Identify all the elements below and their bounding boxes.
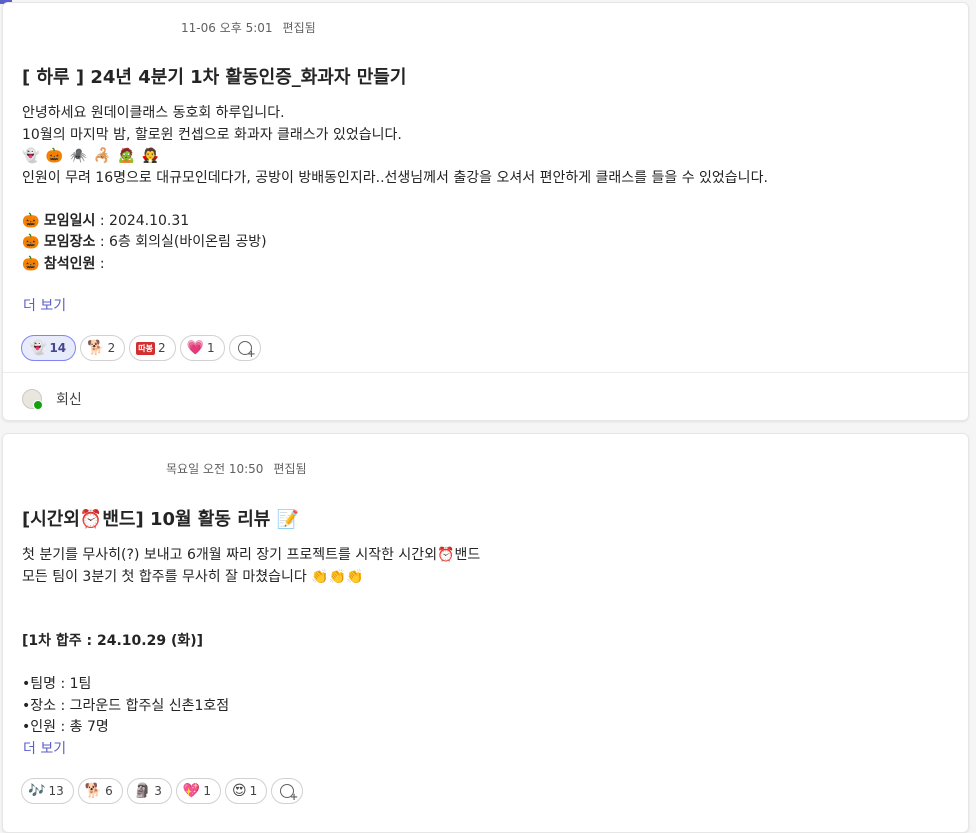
reaction-heart[interactable]: 💗 1 — [179, 335, 225, 361]
memo-icon: 📝 — [276, 509, 300, 530]
moai-icon: 🗿 — [133, 783, 152, 799]
reaction-thumbs[interactable]: 따봉 2 — [129, 335, 176, 361]
reaction-dog[interactable]: 🐕 2 — [80, 335, 126, 361]
list-item: •팀명 : 1팀 — [22, 676, 92, 692]
pumpkin-icon: 🎃 — [45, 148, 64, 164]
section-heading: [1차 합주 : 24.10.29 (화)] — [22, 631, 480, 653]
message-meta: 목요일 오전 10:50 편집됨 — [166, 460, 307, 477]
reaction-dog[interactable]: 🐕 6 — [77, 778, 123, 804]
edited-label: 편집됨 — [282, 21, 316, 35]
message-body: 첫 분기를 무사히(?) 보내고 6개월 짜리 장기 프로젝트를 시작한 시간외… — [22, 545, 480, 739]
ghost-icon: 👻 — [29, 340, 47, 356]
detail-label: 모임장소 — [43, 234, 96, 250]
edited-label: 편집됨 — [273, 462, 307, 476]
spider-icon: 🕷️ — [69, 148, 88, 164]
list-item: •인원 : 총 7명 — [22, 719, 109, 735]
reaction-music[interactable]: 🎶 13 — [21, 778, 74, 804]
add-reaction-button[interactable] — [228, 335, 261, 361]
body-line: 모든 팀이 3분기 첫 합주를 무사히 잘 마쳤습니다 👏👏👏 — [22, 568, 364, 585]
reaction-count: 1 — [207, 341, 215, 355]
reaction-count: 6 — [105, 784, 113, 798]
timestamp: 11-06 오후 5:01 — [181, 21, 273, 35]
add-reaction-icon — [280, 784, 298, 803]
add-reaction-icon — [237, 341, 256, 360]
pumpkin-icon: 🎃 — [22, 255, 40, 272]
reaction-ghost[interactable]: 👻 14 — [21, 335, 77, 361]
avatar — [22, 389, 43, 410]
reaction-heart[interactable]: 💖 1 — [175, 778, 221, 804]
message-meta: 11-06 오후 5:01 편집됨 — [181, 19, 316, 36]
detail-line: 🎃 참석인원 : — [22, 254, 768, 276]
body-line: 안녕하세요 원데이클래스 동호회 하루입니다. — [22, 105, 285, 121]
detail-value: : — [95, 255, 105, 272]
music-notes-icon: 🎶 — [28, 783, 46, 799]
heart-icon: 💗 — [186, 340, 205, 356]
reaction-count: 2 — [157, 341, 166, 355]
message-body: 안녕하세요 원데이클래스 동호회 하루입니다. 10월의 마지막 밤, 할로윈 … — [22, 103, 768, 275]
body-text: 밴드 — [454, 547, 481, 563]
reply-label: 회신 — [56, 392, 82, 408]
detail-value: : 2024.10.31 — [95, 212, 190, 229]
alarm-clock-icon: ⏰ — [79, 509, 103, 530]
ttabong-sticker-icon: 따봉 — [136, 341, 155, 355]
reaction-moai[interactable]: 🗿 3 — [126, 778, 172, 804]
body-text: 첫 분기를 무사히(?) 보내고 6개월 짜리 장기 프로젝트를 시작한 시간외 — [22, 547, 438, 563]
title-text: 밴드] 10월 활동 리뷰 — [102, 509, 277, 530]
timestamp: 목요일 오전 10:50 — [166, 462, 264, 476]
detail-value: : 6층 회의실(바이온림 공방) — [95, 234, 267, 250]
reaction-count: 1 — [249, 784, 258, 798]
detail-label: 모임일시 — [43, 212, 96, 229]
body-line: 인원이 무려 16명으로 대규모인데다가, 공방이 방배동인지라..선생님께서 … — [22, 169, 768, 186]
add-reaction-button[interactable] — [271, 778, 304, 804]
see-more-link[interactable]: 더 보기 — [23, 295, 66, 315]
reaction-count: 2 — [107, 341, 116, 355]
heart-icon: 💖 — [182, 783, 201, 799]
heart-eyes-icon: 😍 — [231, 783, 247, 799]
dog-icon: 🐕 — [84, 783, 103, 799]
pumpkin-icon: 🎃 — [22, 212, 40, 229]
reaction-bar: 👻 14 🐕 2 따봉 2 💗 1 — [21, 335, 261, 361]
divider — [3, 372, 968, 373]
body-line: 첫 분기를 무사히(?) 보내고 6개월 짜리 장기 프로젝트를 시작한 시간외… — [22, 545, 480, 567]
reaction-count: 1 — [203, 784, 211, 798]
ghost-icon: 👻 — [22, 148, 40, 164]
reaction-count: 13 — [48, 784, 64, 798]
body-line: 10월의 마지막 밤, 할로윈 컨셉으로 화과자 클래스가 있었습니다. — [22, 126, 402, 143]
message-card: 목요일 오전 10:50 편집됨 [시간외⏰밴드] 10월 활동 리뷰 📝 첫 분… — [2, 433, 969, 833]
message-title: [시간외⏰밴드] 10월 활동 리뷰 📝 — [22, 505, 299, 531]
zombie-icon: 🧟 — [117, 148, 135, 164]
detail-line: 🎃 모임장소 : 6층 회의실(바이온림 공방) — [22, 232, 768, 254]
section-heading-text: [1차 합주 : 24.10.29 (화)] — [22, 633, 204, 649]
emoji-line: 👻 🎃 🕷️ 🦂 🧟 🧛 — [22, 146, 768, 168]
dog-icon: 🐕 — [87, 340, 105, 356]
detail-line: 🎃 모임일시 : 2024.10.31 — [22, 211, 768, 233]
message-title: [ 하루 ] 24년 4분기 1차 활동인증_화과자 만들기 — [22, 67, 407, 88]
list-item: •장소 : 그라운드 합주실 신촌1호점 — [22, 697, 230, 714]
reaction-heart-eyes[interactable]: 😍 1 — [224, 778, 268, 804]
reply-button[interactable]: 회신 — [22, 389, 82, 410]
vampire-icon: 🧛 — [141, 148, 159, 164]
alarm-clock-icon: ⏰ — [437, 547, 455, 563]
title-text: [시간외 — [22, 509, 80, 530]
presence-available-icon — [33, 400, 43, 410]
reaction-bar: 🎶 13 🐕 6 🗿 3 💖 1 😍 1 — [21, 778, 304, 804]
pumpkin-icon: 🎃 — [22, 234, 40, 250]
reaction-count: 3 — [154, 784, 162, 798]
scorpion-icon: 🦂 — [93, 148, 112, 164]
detail-label: 참석인원 — [43, 255, 96, 272]
reaction-count: 14 — [49, 341, 67, 355]
message-card: 11-06 오후 5:01 편집됨 [ 하루 ] 24년 4분기 1차 활동인증_… — [2, 2, 969, 421]
see-more-link[interactable]: 더 보기 — [23, 738, 66, 758]
